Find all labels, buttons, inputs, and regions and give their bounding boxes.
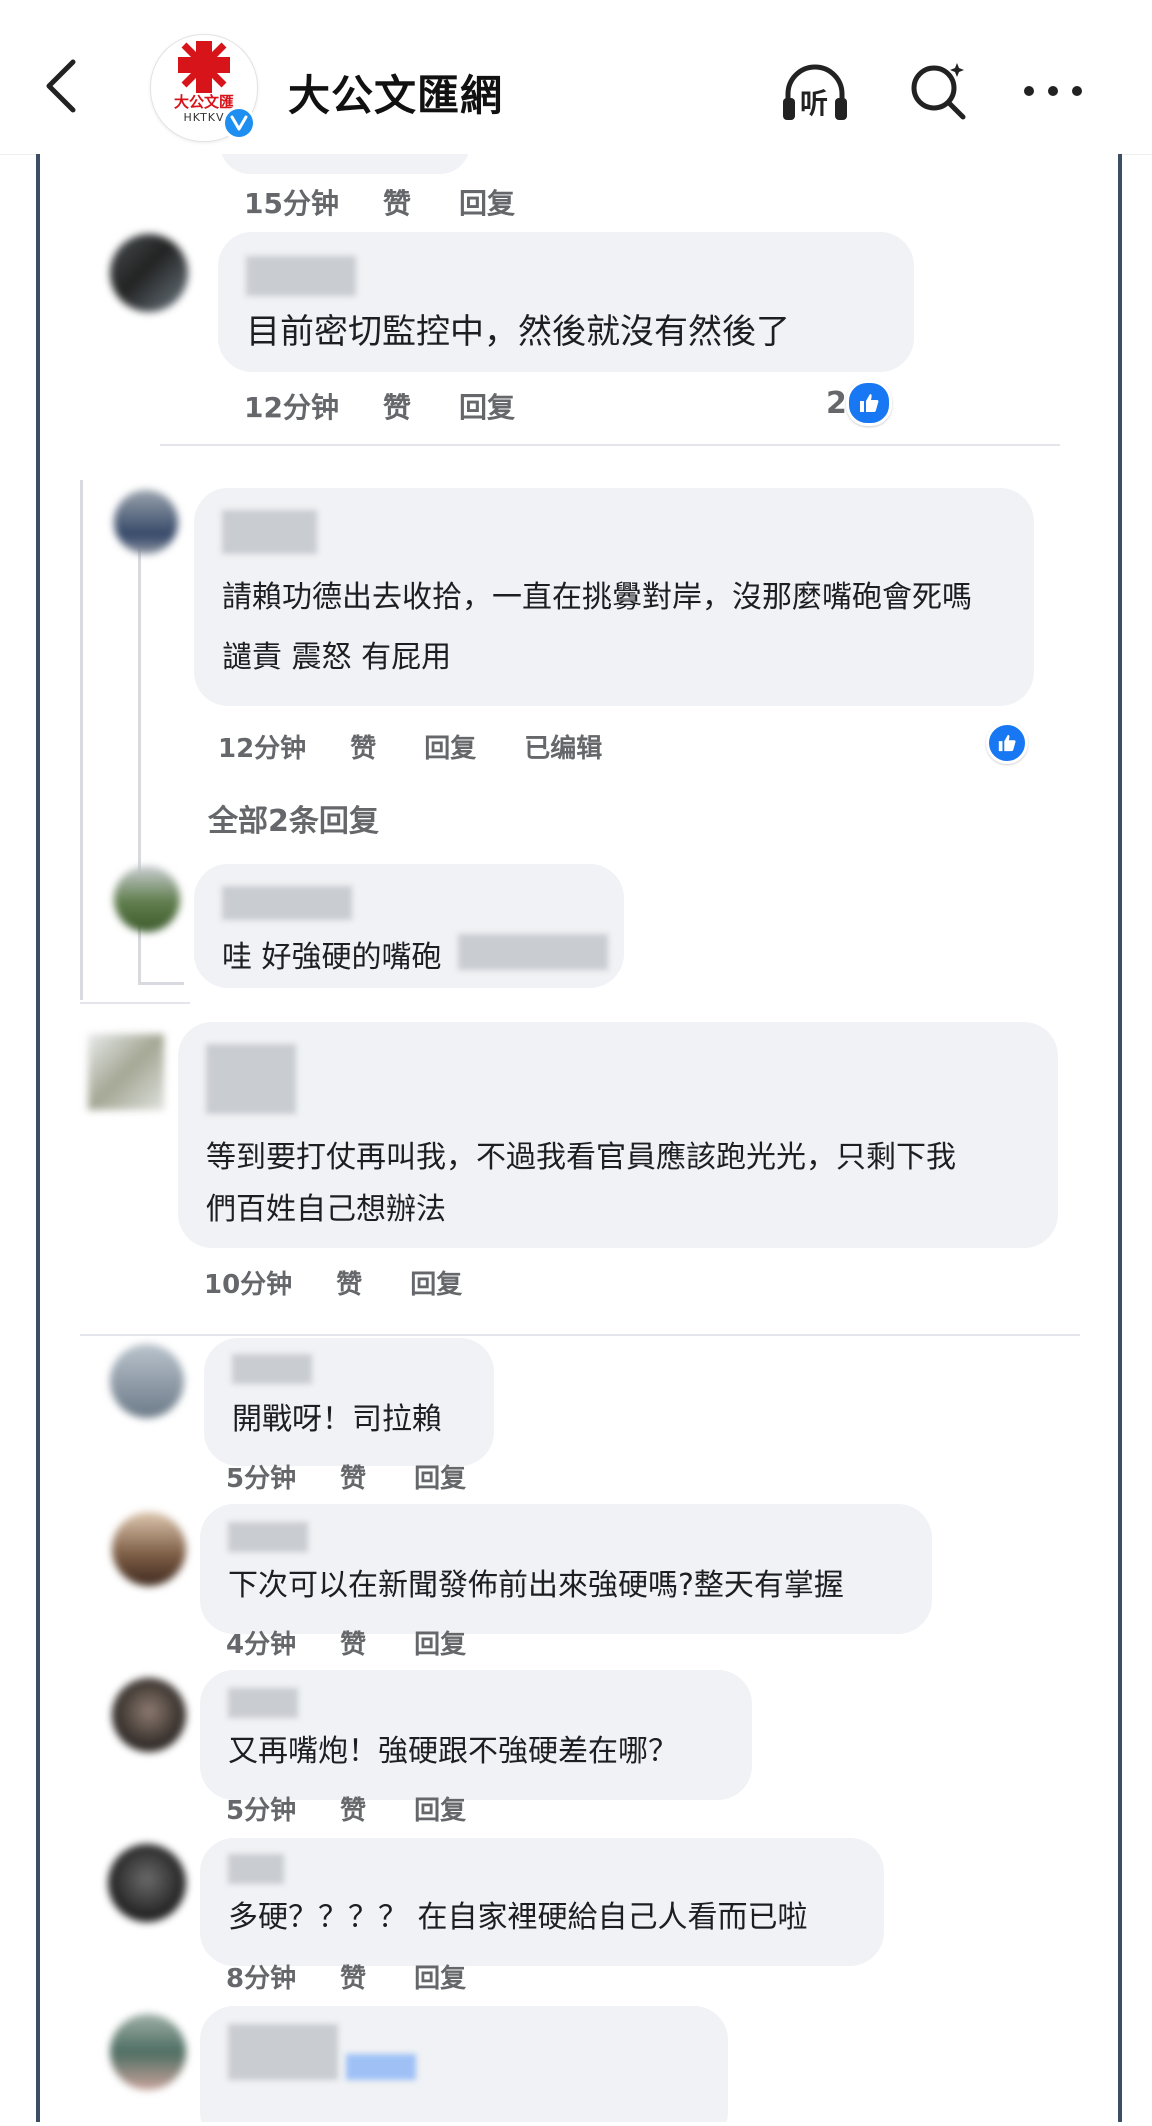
- more-dots-icon: [1024, 86, 1082, 96]
- like-button[interactable]: 赞: [383, 187, 411, 220]
- comment-meta: 5分钟 赞 回复: [226, 1458, 514, 1495]
- like-button[interactable]: 赞: [340, 1464, 366, 1494]
- comment-text: 又再嘴炮！強硬跟不強硬差在哪？: [228, 1734, 678, 1769]
- like-button[interactable]: 赞: [340, 1964, 366, 1994]
- account-name[interactable]: 大公文匯網: [288, 62, 503, 123]
- comment-time: 5分钟: [226, 1796, 297, 1826]
- search-button[interactable]: [904, 56, 974, 126]
- comment-time: 5分钟: [226, 1464, 297, 1494]
- reply-button[interactable]: 回复: [459, 391, 515, 424]
- comment-time: 12分钟: [244, 391, 339, 424]
- reply-button[interactable]: 回复: [414, 1964, 466, 1994]
- divider: [160, 444, 1060, 446]
- comment-text: 目前密切監控中，然後就沒有然後了: [246, 312, 790, 352]
- red-cross-logo-icon: [178, 41, 230, 93]
- blurred-username: [228, 2024, 338, 2080]
- reply-button[interactable]: 回复: [414, 1796, 466, 1826]
- blurred-username: [228, 1688, 298, 1718]
- blurred-username: [228, 1854, 284, 1884]
- comment-text-line: 們百姓自己想辦法: [206, 1192, 446, 1227]
- comment-text-line: 譴責 震怒 有屁用: [222, 640, 452, 675]
- comment-meta: 5分钟 赞 回复: [226, 1790, 514, 1827]
- comment-time: 10分钟: [204, 1270, 293, 1300]
- avatar: [110, 234, 188, 312]
- avatar: [110, 2014, 186, 2090]
- more-button[interactable]: [1018, 56, 1088, 126]
- blurred-text: [458, 934, 608, 970]
- reply-button[interactable]: 回复: [459, 187, 515, 220]
- comments-screenshot: 15分钟赞回复 目前密切監控中，然後就沒有然後了 12分钟赞回复 2 請賴功德出…: [36, 154, 1122, 2122]
- comment-meta: 8分钟 赞 回复: [226, 1958, 514, 1995]
- avatar: [112, 1512, 186, 1586]
- avatar: [114, 490, 178, 554]
- comment-text: 多硬？？？？ 在自家裡硬給自己人看而已啦: [228, 1900, 808, 1935]
- like-button[interactable]: 赞: [340, 1796, 366, 1826]
- comment-text-line: 等到要打仗再叫我，不過我看官員應該跑光光，只剩下我: [206, 1140, 956, 1175]
- reply-button[interactable]: 回复: [424, 734, 476, 764]
- reply-button[interactable]: 回复: [414, 1630, 466, 1660]
- avatar: [114, 866, 180, 932]
- comment-text: 哇 好強硬的嘴砲: [222, 940, 442, 975]
- thread-line: [80, 480, 83, 1000]
- comment-time: 12分钟: [218, 734, 307, 764]
- blurred-username: [222, 886, 352, 920]
- like-button[interactable]: 赞: [340, 1630, 366, 1660]
- comment-meta: 4分钟 赞 回复: [226, 1624, 514, 1661]
- search-icon: [911, 63, 966, 120]
- thread-connector: [138, 982, 184, 985]
- like-button[interactable]: 赞: [336, 1270, 362, 1300]
- blurred-tagged-name: [346, 2054, 416, 2080]
- thumbs-up-icon[interactable]: [846, 380, 892, 426]
- comment-text-line: 請賴功德出去收拾，一直在挑釁對岸，沒那麼嘴砲會死嗎: [222, 580, 972, 615]
- view-all-replies-label[interactable]: 全部2条回复: [208, 804, 379, 839]
- avatar: [112, 1678, 186, 1752]
- like-button[interactable]: 赞: [383, 391, 411, 424]
- chevron-left-icon: [46, 59, 76, 113]
- avatar: [110, 1344, 184, 1418]
- comment-meta: 12分钟 赞 回复: [244, 386, 563, 426]
- app-header: 大公文匯 HKTKV 大公文匯網 听: [0, 0, 1152, 155]
- blurred-username: [222, 510, 317, 554]
- reply-button[interactable]: 回复: [414, 1464, 466, 1494]
- divider: [80, 1334, 1080, 1336]
- comment-time: 4分钟: [226, 1630, 297, 1660]
- blurred-username: [232, 1354, 312, 1384]
- thumbs-up-icon[interactable]: [986, 722, 1028, 764]
- like-button[interactable]: 赞: [350, 734, 376, 764]
- back-button[interactable]: [36, 48, 86, 124]
- view-all-replies-link[interactable]: 全部2条回复: [208, 796, 427, 840]
- avatar: [108, 1844, 186, 1922]
- comment-text: 下次可以在新聞發佈前出來強硬嗎?整天有掌握: [228, 1568, 844, 1603]
- listen-label: 听: [800, 87, 829, 120]
- listen-button[interactable]: 听: [780, 56, 850, 126]
- comment-meta: 12分钟 赞 回复 已编辑: [218, 728, 650, 765]
- blurred-username: [246, 256, 356, 296]
- comment-bubble: [220, 154, 470, 174]
- blurred-username: [228, 1522, 308, 1552]
- comment-text: 開戰呀！司拉賴: [232, 1402, 442, 1437]
- comment-meta: 15分钟 赞 回复: [244, 182, 563, 222]
- blurred-username: [206, 1044, 296, 1114]
- verified-badge-icon: [222, 106, 256, 140]
- divider: [80, 1002, 190, 1004]
- reply-button[interactable]: 回复: [410, 1270, 462, 1300]
- comment-meta: 10分钟 赞 回复: [204, 1264, 510, 1301]
- reaction-count: 2: [826, 386, 847, 421]
- comment-time: 8分钟: [226, 1964, 297, 1994]
- comment-time: 15分钟: [244, 187, 339, 220]
- avatar: [88, 1034, 164, 1110]
- edited-label: 已编辑: [524, 734, 603, 764]
